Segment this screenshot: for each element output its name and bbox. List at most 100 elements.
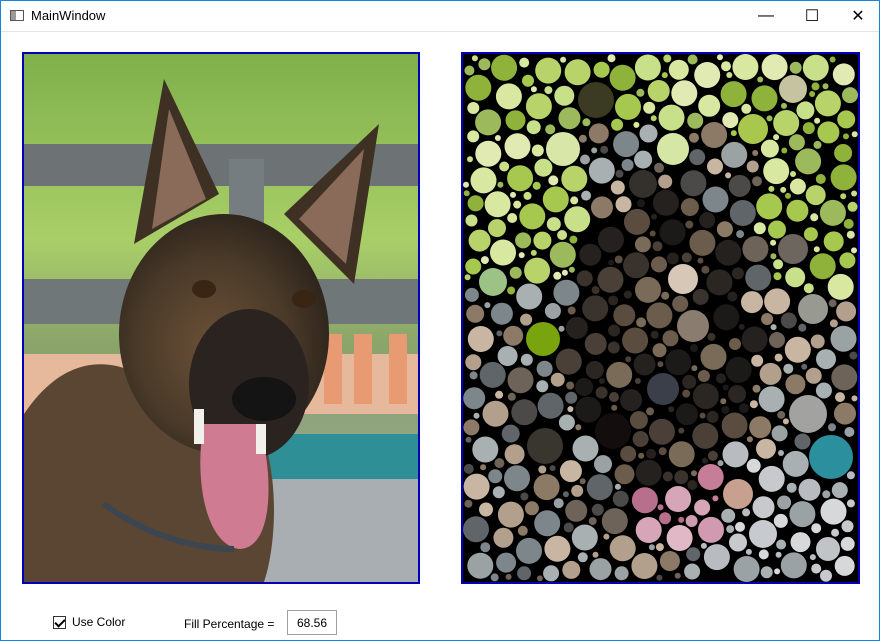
mosaic-circle — [758, 549, 769, 560]
mosaic-circle — [712, 495, 719, 502]
mosaic-circle — [736, 230, 745, 239]
mosaic-circle — [690, 344, 698, 352]
mosaic-circle — [657, 361, 664, 368]
mosaic-circle — [668, 264, 698, 294]
mosaic-circle — [659, 219, 686, 246]
mosaic-circle — [484, 302, 491, 309]
mosaic-circle — [496, 330, 503, 337]
mosaic-circle — [751, 354, 764, 367]
mosaic-circle — [646, 448, 657, 459]
mosaic-circle — [490, 239, 516, 266]
mosaic-circle — [623, 290, 632, 299]
mosaic-circle — [846, 471, 855, 480]
mosaic-circle — [494, 135, 501, 141]
mosaic-circle — [742, 236, 769, 262]
mosaic-circle — [463, 516, 489, 543]
mosaic-circle — [837, 110, 856, 129]
mosaic-circle — [773, 259, 784, 270]
mosaic-circle — [608, 324, 621, 337]
mosaic-circle — [721, 141, 748, 168]
mosaic-circle — [544, 303, 561, 319]
mosaic-circle — [464, 499, 473, 508]
mosaic-circle — [843, 218, 854, 229]
mosaic-circle — [674, 470, 689, 485]
mosaic-circle — [802, 54, 829, 81]
mosaic-circle — [465, 354, 482, 371]
mosaic-circle — [761, 313, 774, 325]
mosaic-circle — [652, 189, 679, 216]
mosaic-circle — [811, 82, 820, 91]
mosaic-circle — [629, 411, 648, 430]
use-color-label: Use Color — [72, 615, 126, 629]
mosaic-circle — [721, 412, 748, 439]
mosaic-circle — [510, 191, 516, 198]
mosaic-circle — [636, 317, 647, 328]
mosaic-circle — [816, 349, 836, 370]
fill-percentage-field[interactable]: 68.56 — [287, 610, 337, 635]
mosaic-circle — [777, 495, 792, 510]
mosaic-circle — [505, 110, 526, 131]
mosaic-circle — [624, 208, 650, 235]
maximize-button[interactable]: ☐ — [789, 1, 835, 31]
mosaic-circle — [805, 185, 826, 206]
mosaic-circle — [495, 390, 504, 399]
mosaic-circle — [507, 367, 534, 394]
mosaic-circle — [738, 403, 749, 414]
mosaic-circle — [685, 515, 698, 527]
mosaic-circle — [753, 222, 766, 235]
mosaic-circle — [778, 450, 784, 456]
mosaic-circle — [798, 323, 807, 332]
mosaic-circle — [795, 148, 822, 175]
mosaic-circle — [607, 54, 616, 63]
mosaic-circle — [632, 431, 649, 447]
mosaic-circle — [639, 124, 658, 143]
mosaic-circle — [798, 478, 821, 501]
title-bar[interactable]: MainWindow — ☐ ✕ — [1, 1, 879, 32]
mosaic-circle — [609, 392, 619, 402]
mosaic-circle — [524, 257, 551, 284]
mosaic-circle — [577, 552, 588, 563]
mosaic-circle — [810, 334, 825, 349]
mosaic-circle — [563, 522, 574, 533]
mosaic-circle — [851, 190, 858, 197]
mosaic-circle — [758, 386, 785, 413]
mosaic-circle — [470, 167, 497, 194]
mosaic-circle — [846, 499, 855, 508]
mosaic-circle — [494, 458, 505, 469]
mosaic-circle — [687, 54, 698, 65]
mosaic-circle — [499, 161, 510, 172]
mosaic-circle — [511, 399, 538, 426]
mosaic-circle — [657, 504, 664, 511]
close-button[interactable]: ✕ — [835, 1, 880, 31]
mosaic-circle — [691, 470, 697, 477]
mosaic-circle — [533, 231, 552, 250]
mosaic-circle — [575, 396, 602, 423]
mosaic-circle — [672, 295, 689, 312]
mosaic-circle — [656, 574, 663, 581]
mosaic-circle — [516, 537, 542, 564]
use-color-checkbox-row[interactable]: Use Color — [53, 615, 125, 629]
minimize-button[interactable]: — — [743, 1, 789, 31]
use-color-checkbox[interactable] — [53, 615, 66, 629]
mosaic-circle — [721, 405, 730, 414]
mosaic-circle — [579, 243, 602, 266]
mosaic-circle — [629, 170, 657, 198]
mosaic-circle — [707, 158, 723, 175]
mosaic-circle — [555, 348, 582, 375]
mosaic-circle — [757, 76, 764, 83]
mosaic-circle — [570, 196, 579, 205]
mosaic-circle — [544, 86, 553, 95]
mosaic-circle — [504, 444, 525, 465]
mosaic-circle — [658, 174, 673, 189]
mosaic-circle — [780, 186, 787, 193]
mosaic-circle — [814, 90, 841, 117]
mosaic-circle — [773, 110, 800, 136]
mosaic-circle — [796, 101, 815, 120]
mosaic-circle — [466, 304, 485, 323]
mosaic-circle — [609, 535, 636, 562]
mosaic-circle — [561, 165, 588, 192]
mosaic-circle — [784, 336, 811, 363]
mosaic-circle — [516, 283, 543, 310]
mosaic-circle — [730, 130, 737, 137]
mosaic-circle — [774, 353, 783, 362]
